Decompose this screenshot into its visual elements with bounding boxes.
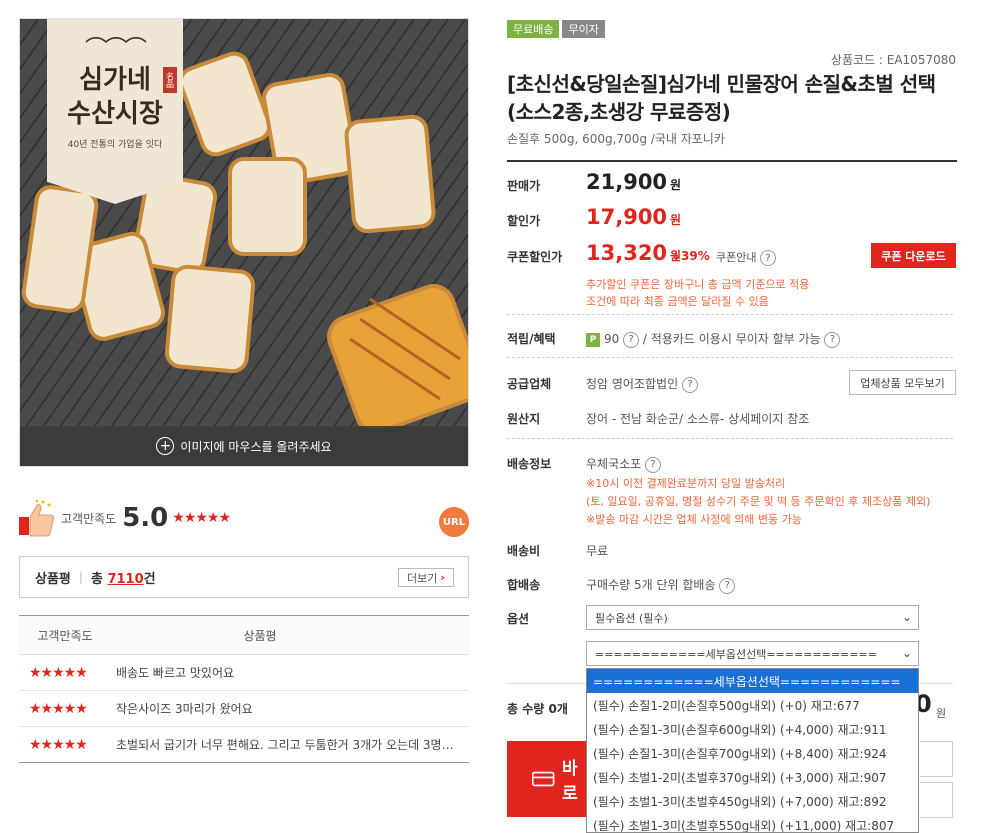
chevron-right-icon: › <box>440 571 445 584</box>
supplier-products-button[interactable]: 업체상품 모두보기 <box>849 370 956 395</box>
benefit-label: 적립/혜택 <box>507 332 556 346</box>
chevron-down-icon: ⌄ <box>901 646 912 660</box>
coupon-price-label: 쿠폰할인가 <box>507 250 563 264</box>
sale-price-label: 판매가 <box>507 179 541 193</box>
table-row[interactable]: ★★★★★ 작은사이즈 3마리가 왔어요 <box>19 691 469 727</box>
product-image[interactable]: ⌒⌒⌒ 심가네 수산시장 40년 전통의 가업을 잇다 名品 + 이미지에 마우… <box>19 18 469 467</box>
origin-label: 원산지 <box>507 412 541 426</box>
coupon-info: 쿠폰안내 ? <box>716 249 776 266</box>
discount-price-label: 할인가 <box>507 214 541 228</box>
shipping-label: 배송정보 <box>507 457 552 471</box>
supplier-label: 공급업체 <box>507 377 552 391</box>
plus-icon: + <box>156 437 175 455</box>
row-stars: ★★★★★ <box>29 700 88 717</box>
dropdown-option[interactable]: ============세부옵션선택============ <box>587 669 918 693</box>
buy-now-button[interactable]: 바로 <box>507 741 587 817</box>
star-rating: ★★★★★ <box>172 510 231 526</box>
coupon-note: 조건에 따라 최종 금액은 달라질 수 있음 <box>586 295 769 308</box>
brand-logo: ⌒⌒⌒ 심가네 수산시장 40년 전통의 가업을 잇다 名品 <box>47 19 183 204</box>
shipping-note: ※발송 마감 시간은 업체 사정에 의해 변동 가능 <box>586 513 802 526</box>
detail-option-select[interactable]: ============세부옵션선택============ ⌄ <box>586 641 919 666</box>
product-code: 상품코드 : EA1057080 <box>830 53 956 67</box>
combined-shipping-value: 구매수량 5개 단위 합배송 ? <box>586 576 736 594</box>
product-badges: 무료배송 무이자 <box>507 20 605 38</box>
required-option-select[interactable]: 필수옵션 (필수) ⌄ <box>586 605 919 630</box>
help-icon[interactable]: ? <box>681 376 698 393</box>
help-icon[interactable]: ? <box>824 331 841 348</box>
row-stars: ★★★★★ <box>29 664 88 681</box>
row-stars: ★★★★★ <box>29 736 88 753</box>
table-header: 고객만족도 상품평 <box>19 616 469 655</box>
point-icon: P <box>586 332 600 347</box>
card-icon <box>532 771 555 787</box>
product-title: [초신선&당일손질]심가네 민물장어 손질&초벌 선택(소스2종,초생강 무료증… <box>507 72 936 124</box>
total-unit: 원 <box>936 707 947 720</box>
supplier-value: 청암 영어조합법인 ? <box>586 375 698 393</box>
sale-price: 21,900 원 <box>586 170 682 194</box>
interest-free-badge: 무이자 <box>562 20 605 38</box>
row-review-text[interactable]: 초벌되서 굽기가 너무 편해요. 그리고 두툼한거 3개가 오는데 3명이 ..… <box>116 736 469 753</box>
url-button[interactable]: URL <box>439 507 469 537</box>
dropdown-option[interactable]: (필수) 손질1-3미(손질후700g내외) (+8,400) 재고:924 <box>587 741 918 765</box>
review-summary: 상품평 | 총 7110건 더보기 › <box>19 556 469 598</box>
coupon-note: 추가할인 쿠폰은 장바구니 총 금액 기준으로 적용 <box>586 278 810 291</box>
seal-stamp: 名品 <box>163 67 177 93</box>
benefit-value: P 90 ? / 적용카드 이용시 무이자 할부 가능 ? <box>586 330 841 348</box>
roof-icon: ⌒⌒⌒ <box>84 37 147 62</box>
option-dropdown-list[interactable]: ============세부옵션선택============ (필수) 손질1-… <box>586 668 919 833</box>
help-icon[interactable]: ? <box>645 456 662 473</box>
help-icon[interactable]: ? <box>719 577 736 594</box>
origin-value: 장어 - 전남 화순군/ 소스류- 상세페이지 참조 <box>586 412 810 426</box>
help-icon[interactable]: ? <box>623 331 640 348</box>
divider <box>507 160 957 162</box>
divider <box>507 314 953 315</box>
image-hover-hint: + 이미지에 마우스를 올려주세요 <box>20 426 468 466</box>
discount-price: 17,900 원 <box>586 205 682 229</box>
total-quantity: 총 수량 0개 <box>507 702 568 716</box>
dropdown-option[interactable]: (필수) 초벌1-2미(초벌후370g내외) (+3,000) 재고:907 <box>587 765 918 789</box>
combined-shipping-label: 합배송 <box>507 578 541 592</box>
shipping-note: (토, 일요일, 공휴일, 명절 성수기 주문 및 떡 등 주문확인 후 제조상… <box>586 495 931 508</box>
review-count[interactable]: 7110 <box>107 572 143 587</box>
coupon-download-button[interactable]: 쿠폰 다운로드 <box>871 243 956 268</box>
dropdown-option[interactable]: (필수) 초벌1-3미(초벌후550g내외) (+11,000) 재고:807 <box>587 813 918 833</box>
shipping-note: ※10시 이전 결제완료분까지 당일 발송처리 <box>586 477 786 490</box>
dropdown-option[interactable]: (필수) 손질1-3미(손질후600g내외) (+4,000) 재고:911 <box>587 717 918 741</box>
divider <box>507 357 953 358</box>
discount-percent: ↓39% <box>671 249 710 263</box>
option-label: 옵션 <box>507 612 530 626</box>
product-subtitle: 손질후 500g, 600g,700g /국내 자포니카 <box>507 132 725 146</box>
free-shipping-badge: 무료배송 <box>507 20 560 38</box>
chevron-down-icon: ⌄ <box>901 610 912 624</box>
row-review-text[interactable]: 배송도 빠르고 맛있어요 <box>116 664 469 681</box>
more-reviews-button[interactable]: 더보기 › <box>398 568 454 587</box>
help-icon[interactable]: ? <box>759 250 776 266</box>
shipping-fee-value: 무료 <box>586 544 609 558</box>
review-table: 고객만족도 상품평 ★★★★★ 배송도 빠르고 맛있어요 ★★★★★ 작은사이즈… <box>19 615 469 763</box>
dropdown-option[interactable]: (필수) 손질1-2미(손질후500g내외) (+0) 재고:677 <box>587 693 918 717</box>
customer-satisfaction: 고객만족도 5.0 ★★★★★ <box>19 493 469 543</box>
table-row[interactable]: ★★★★★ 배송도 빠르고 맛있어요 <box>19 655 469 691</box>
dropdown-option[interactable]: (필수) 초벌1-3미(초벌후450g내외) (+7,000) 재고:892 <box>587 789 918 813</box>
satisfaction-score: 5.0 <box>122 503 169 533</box>
divider <box>507 438 953 439</box>
shipping-fee-label: 배송비 <box>507 544 541 558</box>
row-review-text[interactable]: 작은사이즈 3마리가 왔어요 <box>116 700 469 717</box>
coupon-price: 13,320 원 <box>586 241 682 265</box>
shipping-value: 우체국소포 ? <box>586 455 662 473</box>
table-row[interactable]: ★★★★★ 초벌되서 굽기가 너무 편해요. 그리고 두툼한거 3개가 오는데 … <box>19 727 469 763</box>
thumbs-up-icon <box>19 499 55 537</box>
cart-button[interactable] <box>920 741 953 777</box>
wishlist-button[interactable] <box>920 782 953 818</box>
